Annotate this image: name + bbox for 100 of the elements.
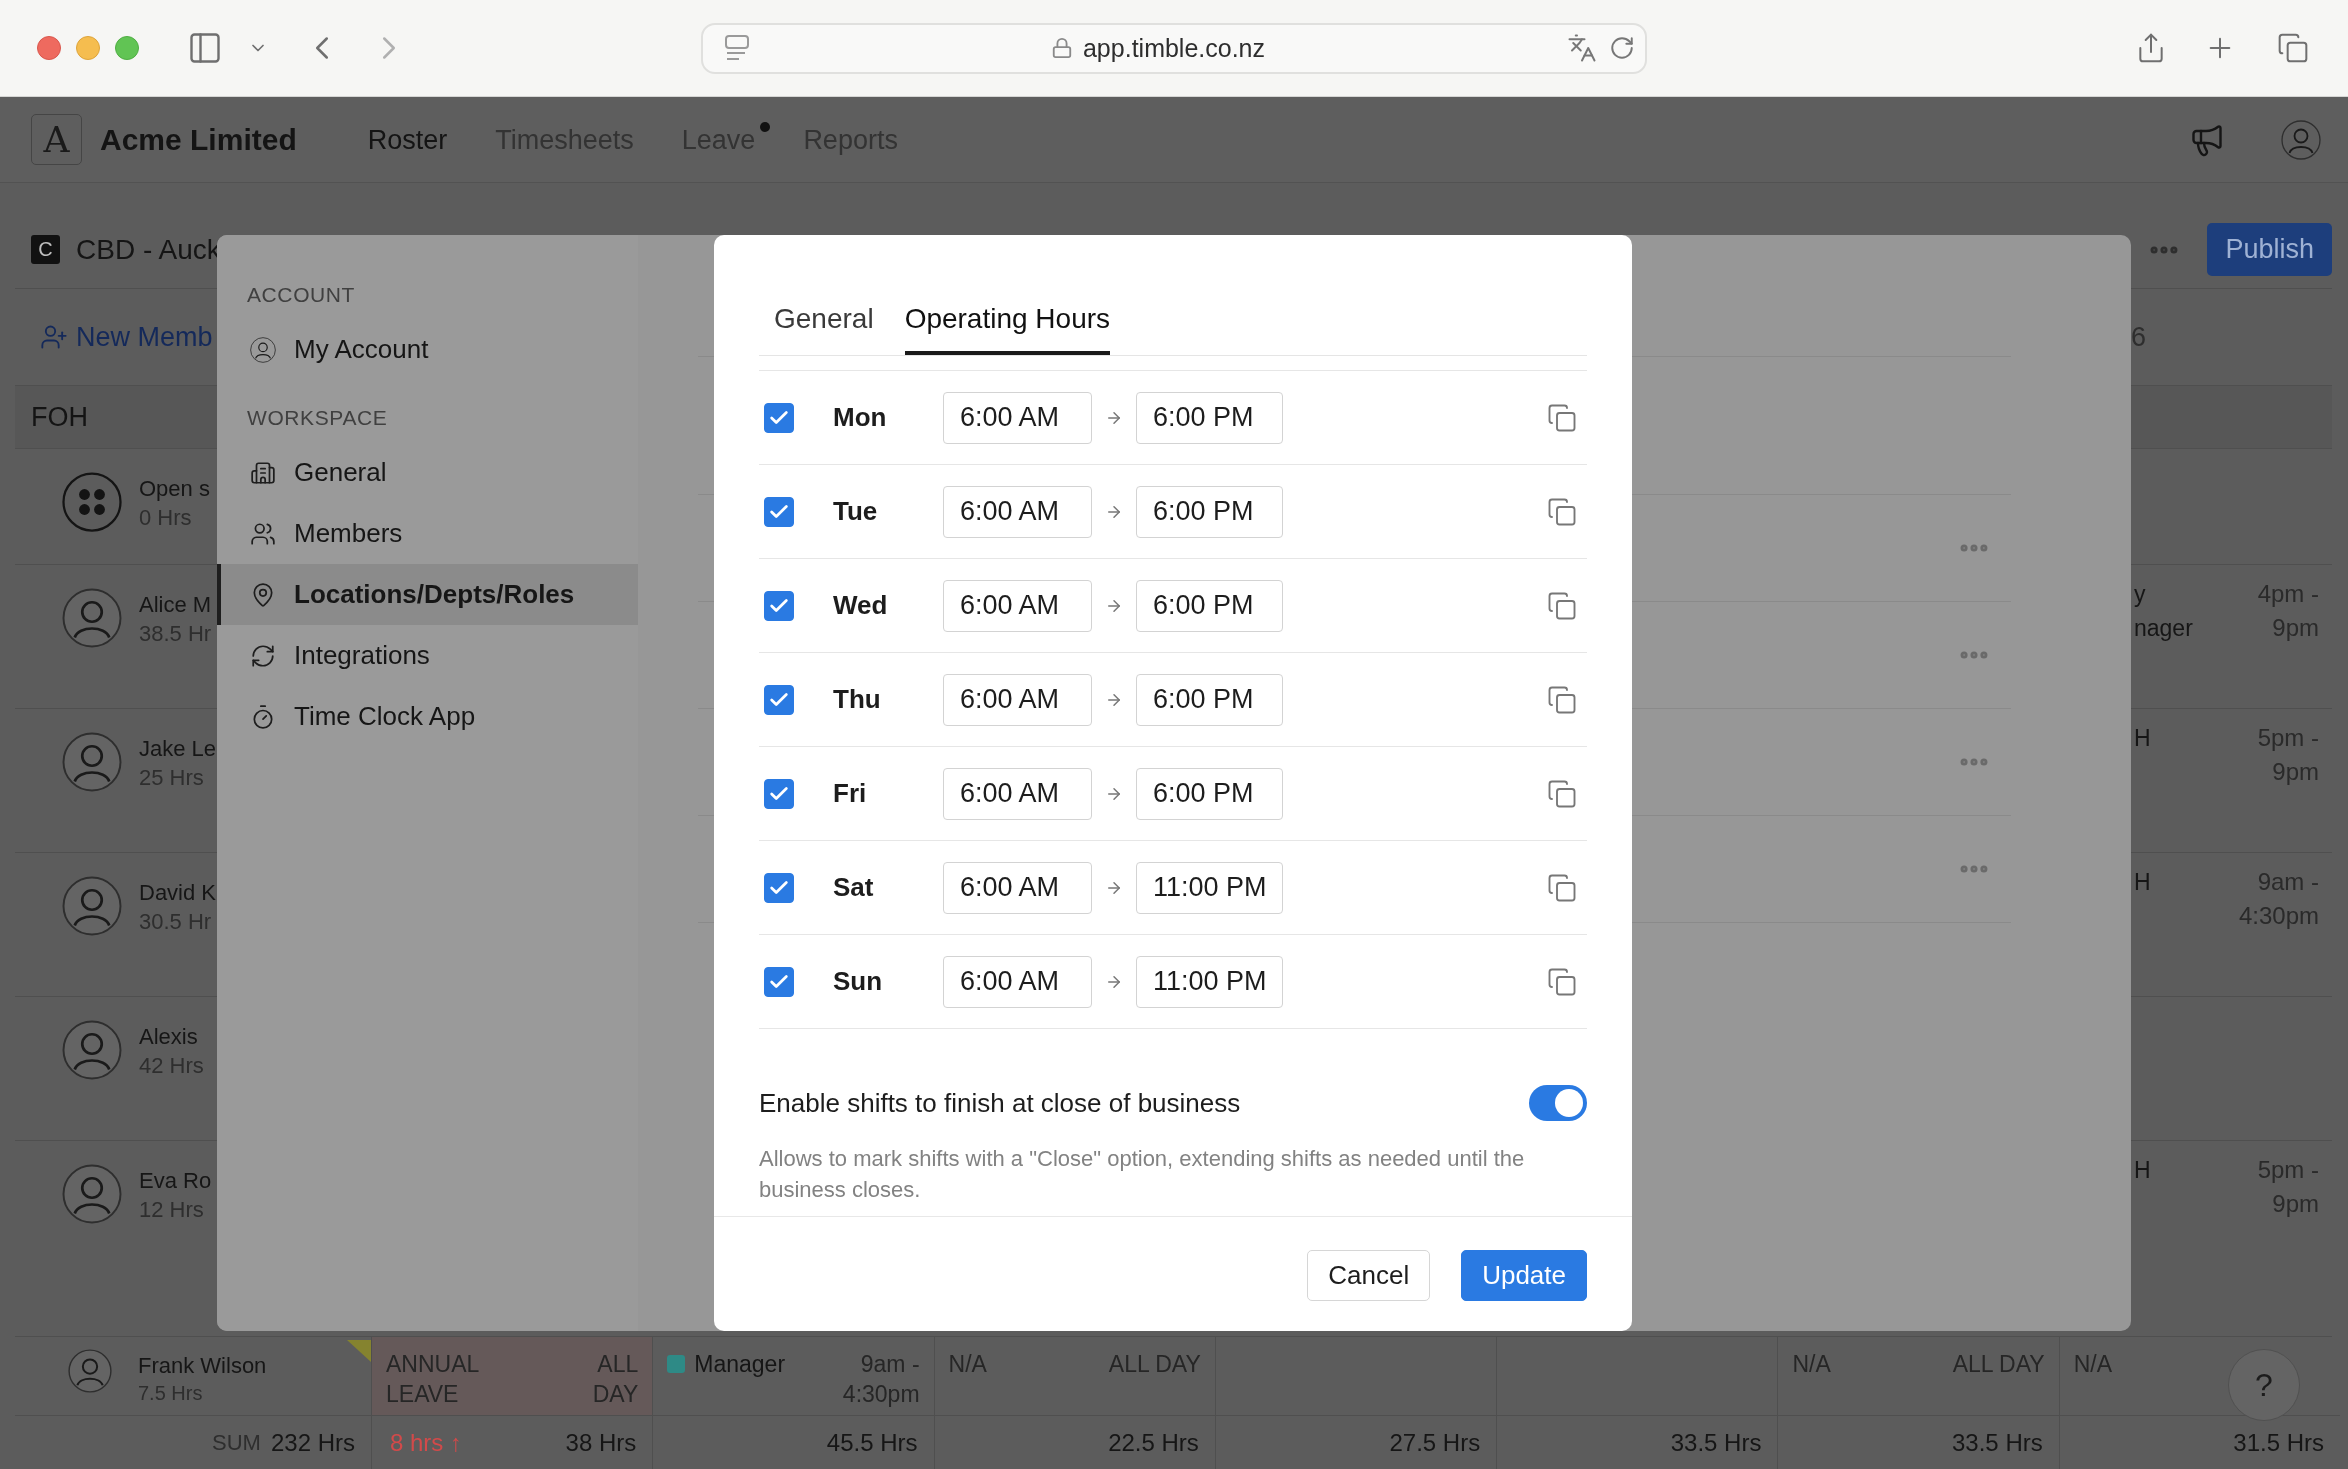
shift-role-text: y	[2134, 580, 2146, 609]
day-label: Sun	[833, 966, 884, 997]
checkbox[interactable]	[764, 966, 794, 997]
window-close-icon[interactable]	[37, 36, 61, 60]
close-time-field[interactable]: 11:00 PM	[1136, 955, 1283, 1008]
sum-value: 33.5 Hrs	[1952, 1428, 2043, 1457]
location-badge: C	[31, 235, 60, 264]
copy-icon[interactable]	[1547, 966, 1577, 997]
sum-value: 31.5 Hrs	[2233, 1428, 2324, 1457]
copy-icon[interactable]	[1547, 872, 1577, 903]
group-name: FOH	[31, 401, 88, 433]
open-time-field[interactable]: 6:00 AM	[943, 485, 1092, 538]
sum-value: 27.5 Hrs	[1389, 1428, 1481, 1457]
copy-icon[interactable]	[1547, 590, 1577, 621]
toggle-switch[interactable]	[1529, 1085, 1587, 1121]
avatar-icon	[62, 588, 122, 648]
sum-value: 22.5 Hrs	[1108, 1428, 1199, 1457]
leave-type: ANNUAL LEAVE	[386, 1350, 480, 1409]
settings-nav-item[interactable]: Time Clock App	[217, 686, 638, 747]
member-name: Jake Le	[139, 735, 217, 763]
tab[interactable]: Operating Hours	[904, 302, 1111, 355]
open-time-field[interactable]: 6:00 AM	[943, 861, 1092, 914]
open-time-field[interactable]: 6:00 AM	[943, 391, 1092, 444]
reload-icon[interactable]	[1609, 35, 1635, 61]
member-name: David K	[139, 879, 217, 907]
close-time-field[interactable]: 6:00 PM	[1136, 579, 1283, 632]
company-name: Acme Limited	[100, 122, 297, 157]
window-zoom-icon[interactable]	[115, 36, 139, 60]
settings-nav-item[interactable]: Integrations	[217, 625, 638, 686]
copy-icon[interactable]	[1547, 778, 1577, 809]
day-label: Fri	[833, 778, 868, 809]
role-label: Manager	[694, 1350, 786, 1379]
checkbox[interactable]	[764, 496, 794, 527]
member-name: Eva Ro	[139, 1167, 212, 1195]
checkbox[interactable]	[764, 402, 794, 433]
settings-nav-item[interactable]: My Account	[217, 319, 638, 380]
avatar-icon[interactable]	[2281, 119, 2321, 160]
open-time-field[interactable]: 6:00 AM	[943, 955, 1092, 1008]
day-label: Sat	[833, 872, 875, 903]
update-button[interactable]: Update	[1461, 1250, 1587, 1301]
avatar-icon	[250, 336, 276, 363]
member-name: Alexis	[139, 1023, 199, 1051]
all-day-label: ALL DAY	[591, 1350, 639, 1409]
address-field[interactable]: app.timble.co.nz	[701, 22, 1647, 74]
member-name: Frank Wilson	[138, 1352, 267, 1380]
settings-nav-item[interactable]: General	[217, 442, 638, 503]
day-label: Wed	[833, 590, 889, 621]
close-time-field[interactable]: 6:00 PM	[1136, 673, 1283, 726]
day-label: Mon	[833, 402, 888, 433]
avatar-icon	[62, 732, 122, 792]
sidebar-icon[interactable]	[187, 30, 223, 66]
close-time-field[interactable]: 6:00 PM	[1136, 391, 1283, 444]
section-heading: WORKSPACE	[246, 405, 389, 431]
copy-icon[interactable]	[1547, 402, 1577, 433]
avatar-icon	[68, 1349, 112, 1393]
sum-value: 38 Hrs	[565, 1428, 637, 1457]
stacked-squares-icon[interactable]	[2277, 32, 2309, 64]
company-logo: A	[31, 114, 82, 165]
publish-button[interactable]: Publish	[2207, 223, 2332, 276]
close-time-field[interactable]: 6:00 PM	[1136, 767, 1283, 820]
shift-role-text: H	[2134, 868, 2151, 897]
section-heading: ACCOUNT	[246, 282, 357, 308]
page-icon[interactable]	[725, 35, 749, 61]
member-name: Open s	[139, 475, 210, 503]
building-icon	[250, 459, 276, 486]
checkbox[interactable]	[764, 684, 794, 715]
settings-nav-item[interactable]: Members	[217, 503, 638, 564]
shift-role-text: H	[2134, 1156, 2151, 1185]
open-time-field[interactable]: 6:00 AM	[943, 767, 1092, 820]
checkbox[interactable]	[764, 872, 794, 903]
people-icon	[250, 520, 276, 547]
copy-icon[interactable]	[1547, 684, 1577, 715]
avatar-icon	[62, 876, 122, 936]
toggle-label: Enable shifts to finish at close of business	[759, 1087, 1241, 1120]
shift-role-text: H	[2134, 724, 2151, 753]
checkbox[interactable]	[764, 778, 794, 809]
close-time-field[interactable]: 6:00 PM	[1136, 485, 1283, 538]
location-name: CBD - Auck	[76, 233, 221, 266]
settings-nav-item[interactable]: Locations/Depts/Roles	[217, 564, 638, 625]
avatar-icon	[62, 1164, 122, 1224]
toggle-description: Allows to mark shifts with a "Close" option, extending shifts as needed until the business closes.	[759, 1145, 1526, 1204]
translate-icon[interactable]	[1567, 33, 1597, 63]
copy-icon[interactable]	[1547, 496, 1577, 527]
day-label: Tue	[833, 496, 879, 527]
close-time-field[interactable]: 11:00 PM	[1136, 861, 1283, 914]
user-plus-icon	[40, 323, 68, 351]
cancel-button[interactable]: Cancel	[1307, 1250, 1431, 1301]
shift-role-text: nager	[2134, 614, 2193, 643]
lock-icon	[1050, 37, 1073, 59]
tab[interactable]: General	[774, 302, 874, 355]
sum-value: 33.5 Hrs	[1670, 1428, 1762, 1457]
dots-circle-icon	[62, 472, 122, 532]
avatar-icon	[62, 1020, 122, 1080]
open-time-field[interactable]: 6:00 AM	[943, 579, 1092, 632]
checkbox[interactable]	[764, 590, 794, 621]
open-time-field[interactable]: 6:00 AM	[943, 673, 1092, 726]
leave-delta: 8 hrs ↑	[390, 1428, 463, 1457]
member-name: Alice M	[139, 591, 212, 619]
sum-value: 45.5 Hrs	[826, 1428, 918, 1457]
total-hours: 232 Hrs	[270, 1428, 355, 1457]
